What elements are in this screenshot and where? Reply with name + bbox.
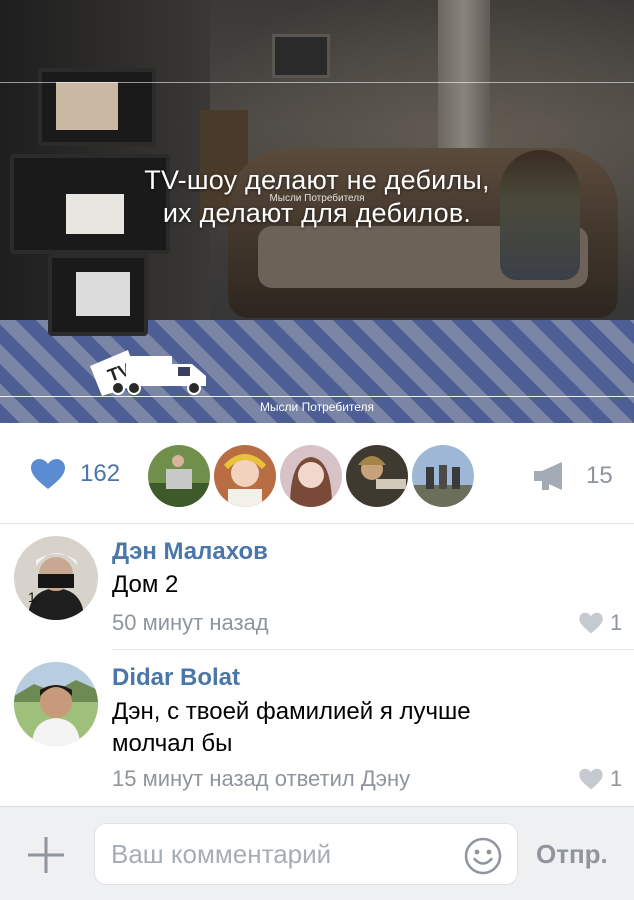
heart-icon — [579, 612, 603, 634]
share-count: 15 — [586, 462, 613, 489]
comment-composer: Отпр. — [0, 806, 634, 900]
comment-timestamp[interactable]: 15 минут назад ответил Дэну — [112, 766, 410, 792]
smile-icon[interactable] — [464, 837, 502, 875]
send-button[interactable]: Отпр. — [536, 839, 608, 870]
post-image[interactable]: TV-шоу делают не дебилы, их делают для д… — [0, 0, 634, 423]
liker-avatar[interactable] — [346, 445, 408, 507]
image-watermark: Мысли Потребителя — [269, 193, 365, 204]
truck-icon: TV — [90, 350, 206, 396]
comment-avatar[interactable] — [14, 662, 98, 746]
like-count: 162 — [80, 460, 121, 487]
heart-icon — [579, 768, 603, 790]
divider-line — [0, 396, 634, 397]
svg-text:1: 1 — [28, 589, 36, 605]
liker-avatar[interactable] — [412, 445, 474, 507]
post-actions: 162 15 — [0, 423, 634, 524]
comment-input[interactable] — [94, 823, 518, 885]
comment-avatar[interactable]: 1 — [14, 536, 98, 620]
liker-avatar[interactable] — [214, 445, 276, 507]
comment-text: Дэн, с твоей фамилией я лучше молчал бы — [112, 698, 471, 757]
comment-author[interactable]: Didar Bolat — [112, 664, 240, 692]
scene-tv — [48, 254, 148, 336]
comment-item: Didar Bolat Дэн, с твоей фамилией я лучш… — [0, 650, 634, 806]
scene-window — [272, 34, 330, 78]
megaphone-icon — [534, 462, 562, 490]
comment-timestamp[interactable]: 50 минут назад — [112, 610, 269, 636]
plus-icon[interactable] — [26, 835, 66, 875]
like-button[interactable]: 162 — [30, 458, 120, 490]
comment-author[interactable]: Дэн Малахов — [112, 538, 268, 566]
heart-icon — [31, 459, 65, 489]
comment-text: Дом 2 — [112, 571, 179, 598]
liker-avatar[interactable] — [280, 445, 342, 507]
share-button[interactable]: 15 — [532, 461, 613, 491]
comment-like-button[interactable]: 1 — [578, 610, 622, 636]
comment-like-count: 1 — [610, 766, 623, 791]
image-caption: Мысли Потребителя — [259, 400, 375, 414]
divider-line — [0, 82, 634, 83]
scene-tv — [38, 68, 156, 146]
comment-like-count: 1 — [610, 610, 623, 635]
liker-avatar[interactable] — [148, 445, 210, 507]
comment-item: 1 Дэн Малахов Дом 2 50 минут назад 1 — [0, 524, 634, 649]
comment-like-button[interactable]: 1 — [578, 766, 622, 792]
